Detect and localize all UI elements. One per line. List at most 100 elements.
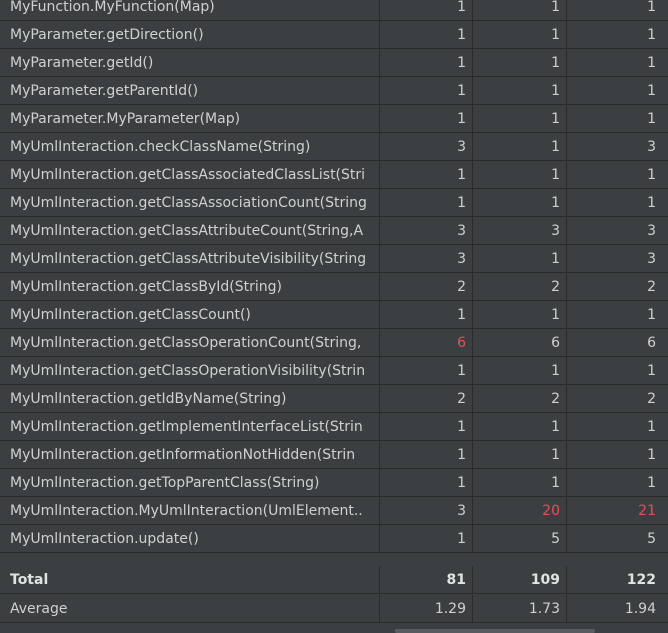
metric-2-cell: 1 [473, 0, 567, 20]
method-name-cell: MyUmlInteraction.getClassById(String) [0, 273, 380, 300]
metric-3-cell: 3 [647, 139, 656, 155]
total-value-3: 122 [626, 572, 656, 588]
metric-1-cell: 6 [380, 329, 473, 356]
table-row[interactable]: MyParameter.getDirection() 1 1 1 [0, 21, 668, 49]
metric-3-cell: 1 [647, 55, 656, 71]
metric-3-cell: 1 [647, 27, 656, 43]
metric-1-cell: 3 [380, 497, 473, 524]
metric-1-cell: 1 [380, 301, 473, 328]
table-row[interactable]: MyUmlInteraction.getTopParentClass(Strin… [0, 469, 668, 497]
method-name-cell: MyUmlInteraction.getInformationNotHidden… [0, 441, 380, 468]
metric-3-cell: 3 [647, 251, 656, 267]
method-name-cell: MyUmlInteraction.getClassAssociationCoun… [0, 189, 380, 216]
method-name-cell: MyUmlInteraction.getIdByName(String) [0, 385, 380, 412]
method-name-cell: MyParameter.getDirection() [0, 21, 380, 48]
method-name-cell: MyUmlInteraction.getClassOperationVisibi… [0, 357, 380, 384]
metric-3-cell: 6 [647, 335, 656, 351]
table-row[interactable]: MyUmlInteraction.getClassOperationCount(… [0, 329, 668, 357]
metric-3-cell: 5 [647, 531, 656, 547]
method-name-cell: MyUmlInteraction.update() [0, 525, 380, 552]
metric-2-cell: 1 [473, 49, 567, 76]
total-value-1: 81 [380, 566, 473, 593]
metric-2-cell: 6 [473, 329, 567, 356]
metric-1-cell: 1 [380, 189, 473, 216]
metric-1-cell: 3 [380, 245, 473, 272]
metric-2-cell: 1 [473, 105, 567, 132]
table-row[interactable]: MyParameter.MyParameter(Map) 1 1 1 [0, 105, 668, 133]
table-row[interactable]: MyUmlInteraction.getInformationNotHidden… [0, 441, 668, 469]
metric-2-cell: 1 [473, 357, 567, 384]
method-name-cell: MyUmlInteraction.getClassCount() [0, 301, 380, 328]
metric-3-cell: 1 [647, 111, 656, 127]
method-name-cell: MyFunction.MyFunction(Map) [0, 0, 380, 20]
metric-1-cell: 1 [380, 413, 473, 440]
table-row[interactable]: MyUmlInteraction.getClassById(String) 2 2 2 [0, 273, 668, 301]
metric-1-cell: 1 [380, 49, 473, 76]
table-row[interactable]: MyUmlInteraction.getClassAttributeVisibi… [0, 245, 668, 273]
metric-3-cell: 1 [647, 195, 656, 211]
metric-2-cell: 1 [473, 161, 567, 188]
method-name-cell: MyUmlInteraction.checkClassName(String) [0, 133, 380, 160]
method-name-cell: MyUmlInteraction.getClassAttributeVisibi… [0, 245, 380, 272]
table-row[interactable]: MyParameter.getId() 1 1 1 [0, 49, 668, 77]
table-row[interactable]: MyParameter.getParentId() 1 1 1 [0, 77, 668, 105]
average-value-3: 1.94 [624, 601, 656, 617]
metric-3-cell: 1 [647, 307, 656, 323]
metric-1-cell: 1 [380, 77, 473, 104]
table-row[interactable]: MyFunction.MyFunction(Map) 1 1 1 [0, 0, 668, 21]
average-value-1: 1.29 [380, 595, 473, 622]
average-label: Average [0, 595, 380, 622]
metric-3-cell: 1 [647, 0, 656, 15]
table-row[interactable]: MyUmlInteraction.checkClassName(String) 3… [0, 133, 668, 161]
metric-2-cell: 2 [473, 273, 567, 300]
metric-2-cell: 20 [473, 497, 567, 524]
metric-1-cell: 1 [380, 525, 473, 552]
metric-3-cell: 3 [647, 223, 656, 239]
metric-3-cell: 1 [647, 363, 656, 379]
metric-1-cell: 1 [380, 357, 473, 384]
metric-3-cell: 21 [638, 503, 656, 519]
metric-2-cell: 1 [473, 133, 567, 160]
metric-2-cell: 1 [473, 21, 567, 48]
method-name-cell: MyUmlInteraction.getClassAssociatedClass… [0, 161, 380, 188]
method-name-cell: MyUmlInteraction.getTopParentClass(Strin… [0, 469, 380, 496]
total-row[interactable]: Total 81 109 122 [0, 566, 668, 594]
metric-2-cell: 5 [473, 525, 567, 552]
metric-2-cell: 3 [473, 217, 567, 244]
metric-3-cell: 2 [647, 391, 656, 407]
average-row[interactable]: Average 1.29 1.73 1.94 [0, 595, 668, 623]
table-row[interactable]: MyUmlInteraction.getClassAssociationCoun… [0, 189, 668, 217]
table-row[interactable]: MyUmlInteraction.getClassAttributeCount(… [0, 217, 668, 245]
metric-3-cell: 2 [647, 279, 656, 295]
metric-1-cell: 3 [380, 217, 473, 244]
metric-3-cell: 1 [647, 83, 656, 99]
metric-1-cell: 2 [380, 385, 473, 412]
metric-1-cell: 1 [380, 21, 473, 48]
method-name-cell: MyUmlInteraction.getClassOperationCount(… [0, 329, 380, 356]
table-row[interactable]: MyUmlInteraction.getIdByName(String) 2 2 2 [0, 385, 668, 413]
total-value-2: 109 [473, 566, 567, 593]
metric-3-cell: 1 [647, 167, 656, 183]
table-row[interactable]: MyUmlInteraction.getClassCount() 1 1 1 [0, 301, 668, 329]
table-row[interactable]: MyUmlInteraction.update() 1 5 5 [0, 525, 668, 553]
table-row[interactable]: MyUmlInteraction.getImplementInterfaceLi… [0, 413, 668, 441]
average-value-2: 1.73 [473, 595, 567, 622]
metric-2-cell: 1 [473, 413, 567, 440]
table-row[interactable]: MyUmlInteraction.getClassAssociatedClass… [0, 161, 668, 189]
table-row[interactable]: MyUmlInteraction.MyUmlInteraction(UmlEle… [0, 497, 668, 525]
metric-1-cell: 1 [380, 161, 473, 188]
metric-1-cell: 1 [380, 0, 473, 20]
metrics-table: MyFunction.MyFunction(Map) 1 1 1 MyParameter… [0, 0, 668, 553]
method-name-cell: MyParameter.getId() [0, 49, 380, 76]
metric-3-cell: 1 [647, 419, 656, 435]
method-name-cell: MyParameter.MyParameter(Map) [0, 105, 380, 132]
metric-1-cell: 1 [380, 469, 473, 496]
metric-1-cell: 1 [380, 105, 473, 132]
metric-2-cell: 2 [473, 385, 567, 412]
metric-2-cell: 1 [473, 189, 567, 216]
metric-2-cell: 1 [473, 77, 567, 104]
table-row[interactable]: MyUmlInteraction.getClassOperationVisibi… [0, 357, 668, 385]
method-name-cell: MyUmlInteraction.MyUmlInteraction(UmlEle… [0, 497, 380, 524]
method-name-cell: MyParameter.getParentId() [0, 77, 380, 104]
horizontal-scrollbar[interactable] [395, 629, 595, 633]
